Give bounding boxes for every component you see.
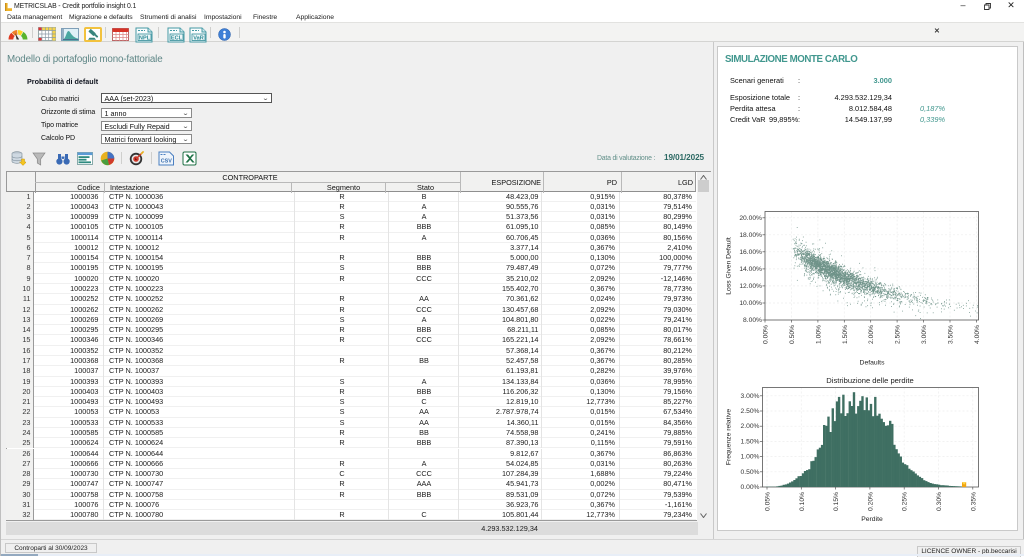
svg-text:3.00%: 3.00% bbox=[741, 393, 760, 400]
svg-text:0.05%: 0.05% bbox=[765, 492, 772, 511]
svg-text:8.00%: 8.00% bbox=[743, 317, 762, 324]
svg-text:0.00%: 0.00% bbox=[763, 325, 770, 344]
svg-text:2.00%: 2.00% bbox=[741, 423, 760, 430]
svg-text:18.00%: 18.00% bbox=[739, 232, 762, 239]
svg-text:Defaults: Defaults bbox=[860, 360, 886, 367]
svg-text:Frequenze relative: Frequenze relative bbox=[726, 409, 733, 466]
svg-text:Distribuzione delle perdite: Distribuzione delle perdite bbox=[826, 376, 913, 385]
svg-text:2.00%: 2.00% bbox=[868, 325, 875, 344]
svg-text:4.00%: 4.00% bbox=[974, 325, 981, 344]
svg-text:16.00%: 16.00% bbox=[739, 249, 762, 256]
svg-text:0.10%: 0.10% bbox=[799, 492, 806, 511]
svg-text:12.00%: 12.00% bbox=[739, 283, 762, 290]
svg-text:0.35%: 0.35% bbox=[970, 492, 977, 511]
svg-text:0.25%: 0.25% bbox=[902, 492, 909, 511]
svg-text:0.50%: 0.50% bbox=[789, 325, 796, 344]
svg-text:2.50%: 2.50% bbox=[895, 325, 902, 344]
svg-text:1.50%: 1.50% bbox=[741, 438, 760, 445]
svg-text:1.50%: 1.50% bbox=[842, 325, 849, 344]
svg-text:0.00%: 0.00% bbox=[741, 484, 760, 491]
svg-text:10.00%: 10.00% bbox=[739, 300, 762, 307]
svg-text:3.50%: 3.50% bbox=[948, 325, 955, 344]
svg-text:0.30%: 0.30% bbox=[936, 492, 943, 511]
svg-text:3.00%: 3.00% bbox=[921, 325, 928, 344]
svg-text:Loss Given Default: Loss Given Default bbox=[726, 237, 733, 295]
svg-text:20.00%: 20.00% bbox=[739, 215, 762, 222]
svg-text:0.15%: 0.15% bbox=[833, 492, 840, 511]
svg-text:0.20%: 0.20% bbox=[867, 492, 874, 511]
svg-text:2.50%: 2.50% bbox=[741, 408, 760, 415]
svg-text:0.50%: 0.50% bbox=[741, 469, 760, 476]
svg-text:Perdite: Perdite bbox=[861, 516, 883, 523]
svg-text:1.00%: 1.00% bbox=[815, 325, 822, 344]
svg-text:1.00%: 1.00% bbox=[741, 454, 760, 461]
svg-text:14.00%: 14.00% bbox=[739, 266, 762, 273]
